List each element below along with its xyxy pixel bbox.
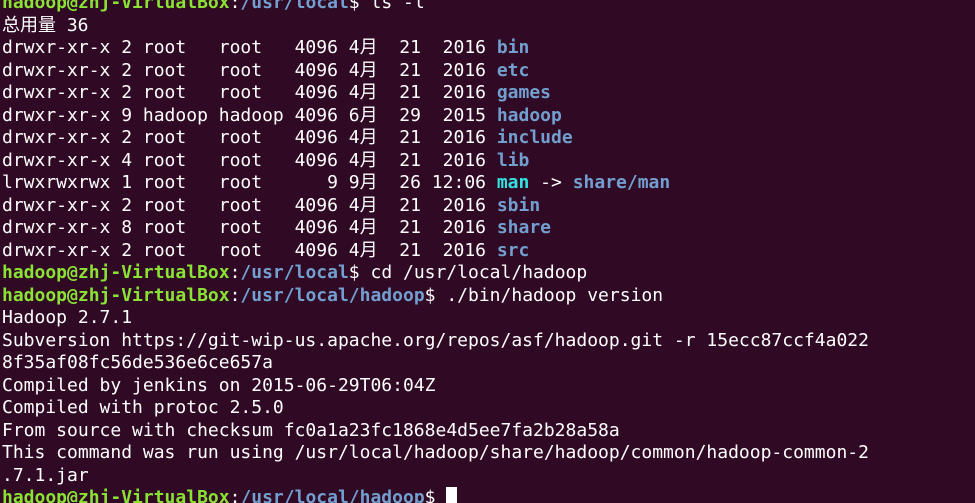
ls-entry: drwxr-xr-x 2 root root 4096 4月 21 2016 g…	[2, 82, 869, 105]
prompt-line: hadoop@zhj-VirtualBox:/usr/local$ cd /us…	[2, 262, 869, 285]
directory-name: sbin	[496, 194, 541, 216]
directory-name: share	[496, 217, 552, 238]
output-line: From source with checksum fc0a1a23fc1868…	[2, 420, 869, 443]
output-line: This command was run using /usr/local/ha…	[2, 442, 869, 465]
output-line: Subversion https://git-wip-us.apache.org…	[2, 330, 869, 353]
prompt-colon: :	[229, 487, 241, 503]
prompt-colon: :	[229, 262, 241, 283]
ls-entry: drwxr-xr-x 2 root root 4096 4月 21 2016 e…	[2, 60, 869, 83]
symlink-name: man	[496, 172, 530, 193]
output-line: 8f35af08fc56de536e6ce657a	[2, 352, 869, 375]
symlink-target: share/man	[572, 172, 671, 193]
ls-entry-meta: drwxr-xr-x 9 hadoop hadoop 4096 6月 29 20…	[2, 104, 497, 126]
prompt-user-host: hadoop@zhj-VirtualBox	[2, 487, 230, 503]
ls-entry: drwxr-xr-x 2 root root 4096 4月 21 2016 s…	[2, 195, 869, 218]
ls-entry: drwxr-xr-x 9 hadoop hadoop 4096 6月 29 20…	[2, 105, 869, 128]
ls-entry-meta: drwxr-xr-x 4 root root 4096 4月 21 2016	[2, 149, 497, 171]
prompt-colon: :	[229, 284, 241, 306]
prompt-path: /usr/local/hadoop	[240, 284, 425, 306]
directory-name: include	[496, 127, 573, 148]
directory-name: bin	[496, 37, 530, 58]
directory-name: hadoop	[496, 104, 562, 126]
prompt-user-host: hadoop@zhj-VirtualBox	[2, 0, 230, 13]
ls-entry-meta: drwxr-xr-x 8 root root 4096 4月 21 2016	[2, 217, 497, 238]
prompt-colon: :	[229, 0, 241, 13]
ls-entry: drwxr-xr-x 8 root root 4096 4月 21 2016 s…	[2, 217, 869, 240]
ls-entry: drwxr-xr-x 2 root root 4096 4月 21 2016 s…	[2, 240, 869, 263]
command-text	[436, 487, 447, 503]
output-text: This command was run using /usr/local/ha…	[2, 442, 869, 463]
output-line: .7.1.jar	[2, 465, 869, 488]
command-text: ./bin/hadoop version	[435, 284, 664, 306]
prompt-dollar: $	[424, 487, 436, 503]
prompt-path: /usr/local/hadoop	[240, 487, 425, 503]
prompt-user-host: hadoop@zhj-VirtualBox	[2, 284, 230, 306]
prompt-dollar: $	[348, 262, 360, 283]
output-line: Compiled by jenkins on 2015-06-29T06:04Z	[2, 375, 869, 398]
ls-entry-meta: drwxr-xr-x 2 root root 4096 4月 21 2016	[2, 127, 497, 148]
output-line: Compiled with protoc 2.5.0	[2, 397, 869, 420]
directory-name: src	[496, 239, 530, 261]
ls-entry-meta: lrwxrwxrwx 1 root root 9 9月 26 12:06	[2, 172, 497, 193]
ls-entry: drwxr-xr-x 2 root root 4096 4月 21 2016 i…	[2, 127, 869, 150]
directory-name: etc	[496, 59, 530, 81]
prompt-path: /usr/local	[240, 0, 349, 13]
ls-entry-meta: drwxr-xr-x 2 root root 4096 4月 21 2016	[2, 194, 497, 216]
prompt-line: hadoop@zhj-VirtualBox:/usr/local/hadoop$	[2, 487, 869, 503]
symlink-arrow: ->	[529, 172, 573, 193]
directory-name: lib	[496, 149, 530, 171]
text-cursor	[446, 487, 458, 503]
prompt-user-host: hadoop@zhj-VirtualBox	[2, 262, 230, 283]
prompt-dollar: $	[424, 284, 436, 306]
ls-entry: drwxr-xr-x 2 root root 4096 4月 21 2016 b…	[2, 37, 869, 60]
prompt-dollar: $	[348, 0, 360, 13]
output-line: 总用量 36	[2, 15, 869, 38]
output-text: Compiled by jenkins on 2015-06-29T06:04Z	[2, 374, 436, 396]
command-text: ls -l	[359, 0, 425, 13]
terminal-window[interactable]: hadoop@zhj-VirtualBox:/usr/local$ ls -l 总…	[0, 0, 975, 503]
ls-entry-meta: drwxr-xr-x 2 root root 4096 4月 21 2016	[2, 82, 497, 103]
ls-entry: drwxr-xr-x 4 root root 4096 4月 21 2016 l…	[2, 150, 869, 173]
output-line: Hadoop 2.7.1	[2, 307, 869, 330]
ls-entry-symlink: lrwxrwxrwx 1 root root 9 9月 26 12:06 man…	[2, 172, 869, 195]
prompt-path: /usr/local	[240, 262, 349, 283]
terminal-output: hadoop@zhj-VirtualBox:/usr/local$ ls -l 总…	[2, 0, 869, 503]
ls-entry-meta: drwxr-xr-x 2 root root 4096 4月 21 2016	[2, 239, 497, 261]
prompt-line: hadoop@zhj-VirtualBox:/usr/local/hadoop$…	[2, 285, 869, 308]
command-text: cd /usr/local/hadoop	[359, 262, 588, 283]
ls-entry-meta: drwxr-xr-x 2 root root 4096 4月 21 2016	[2, 37, 497, 58]
directory-name: games	[496, 82, 552, 103]
output-text: Compiled with protoc 2.5.0	[2, 397, 284, 418]
output-text: Hadoop 2.7.1	[2, 307, 133, 328]
output-text: Subversion https://git-wip-us.apache.org…	[2, 329, 869, 351]
prompt-line: hadoop@zhj-VirtualBox:/usr/local$ ls -l	[2, 0, 869, 15]
output-text: 总用量 36	[2, 14, 89, 36]
output-text: .7.1.jar	[2, 464, 89, 486]
output-text: 8f35af08fc56de536e6ce657a	[2, 352, 273, 373]
ls-entry-meta: drwxr-xr-x 2 root root 4096 4月 21 2016	[2, 59, 497, 81]
output-text: From source with checksum fc0a1a23fc1868…	[2, 419, 620, 441]
